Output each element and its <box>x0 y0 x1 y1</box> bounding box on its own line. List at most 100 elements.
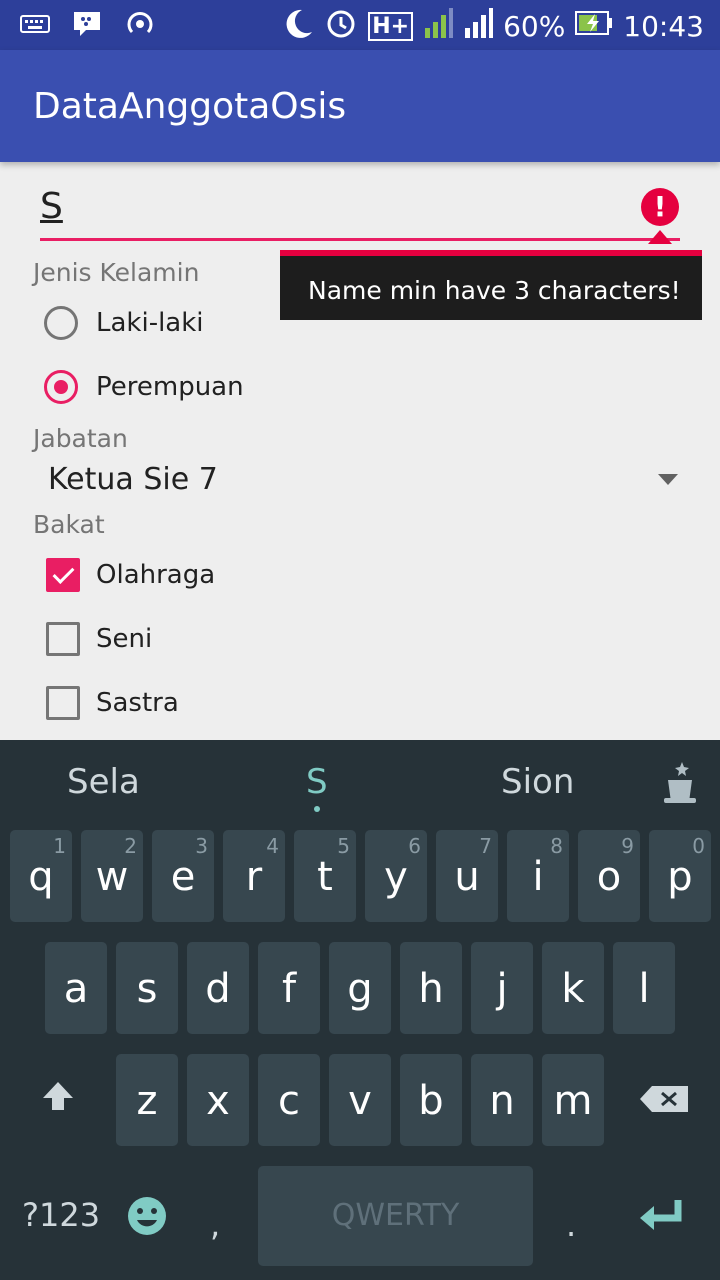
checkbox-seni[interactable] <box>46 622 80 656</box>
app-bar: DataAnggotaOsis <box>0 50 720 162</box>
key-s[interactable]: s <box>116 942 178 1034</box>
key-label: c <box>278 1078 300 1124</box>
key-label: x <box>206 1078 230 1124</box>
name-input[interactable]: S <box>40 186 680 241</box>
key-k[interactable]: k <box>542 942 604 1034</box>
radio-laki-laki-label[interactable]: Laki-laki <box>96 308 204 338</box>
key-label: q <box>28 854 54 900</box>
key-c[interactable]: c <box>258 1054 320 1146</box>
key-label: d <box>205 966 231 1012</box>
emoji-icon[interactable] <box>126 1195 168 1241</box>
key-i[interactable]: i8 <box>507 830 569 922</box>
dropdown-arrow-icon[interactable] <box>658 474 678 485</box>
period-key[interactable]: . <box>566 1206 576 1244</box>
key-y[interactable]: y6 <box>365 830 427 922</box>
bbm-icon <box>72 10 102 42</box>
enter-icon[interactable] <box>636 1196 686 1240</box>
backspace-key[interactable] <box>628 1054 700 1146</box>
suggestion-middle[interactable]: S <box>306 762 328 802</box>
key-hint: 7 <box>479 834 492 858</box>
key-label: m <box>553 1078 593 1124</box>
key-hint: 9 <box>621 834 634 858</box>
key-n[interactable]: n <box>471 1054 533 1146</box>
key-hint: 5 <box>337 834 350 858</box>
key-e[interactable]: e3 <box>152 830 214 922</box>
spacebar-label: QWERTY <box>331 1198 460 1233</box>
keyboard-notification-icon <box>20 14 50 38</box>
key-label: p <box>667 854 693 900</box>
key-v[interactable]: v <box>329 1054 391 1146</box>
key-u[interactable]: u7 <box>436 830 498 922</box>
key-a[interactable]: a <box>45 942 107 1034</box>
key-label: w <box>95 854 129 900</box>
key-hint: 2 <box>124 834 137 858</box>
signal-sim1-icon <box>423 6 454 47</box>
checkbox-olahraga-label[interactable]: Olahraga <box>96 560 215 590</box>
suggestion-dot <box>314 806 320 812</box>
key-label: y <box>384 854 408 900</box>
key-o[interactable]: o9 <box>578 830 640 922</box>
key-l[interactable]: l <box>613 942 675 1034</box>
checkbox-olahraga[interactable] <box>46 558 80 592</box>
checkbox-sastra[interactable] <box>46 686 80 720</box>
spacebar[interactable]: QWERTY <box>258 1166 533 1266</box>
error-tooltip: Name min have 3 characters! <box>280 250 702 320</box>
name-input-value: S <box>40 186 63 227</box>
key-f[interactable]: f <box>258 942 320 1034</box>
shift-icon <box>43 1082 73 1110</box>
suggestion-right[interactable]: Sion <box>501 762 574 802</box>
key-g[interactable]: g <box>329 942 391 1034</box>
checkbox-seni-label[interactable]: Seni <box>96 624 152 654</box>
clock: 10:43 <box>623 10 704 43</box>
key-hint: 1 <box>53 834 66 858</box>
key-hint: 3 <box>195 834 208 858</box>
key-hint: 4 <box>266 834 279 858</box>
key-p[interactable]: p0 <box>649 830 711 922</box>
talent-label: Bakat <box>33 510 105 539</box>
checkbox-sastra-label[interactable]: Sastra <box>96 688 179 718</box>
key-hint: 6 <box>408 834 421 858</box>
key-q[interactable]: q1 <box>10 830 72 922</box>
symbols-key[interactable]: ?123 <box>22 1196 100 1234</box>
suggestion-left[interactable]: Sela <box>67 762 140 802</box>
radio-perempuan[interactable] <box>44 370 78 404</box>
key-label: r <box>245 854 263 900</box>
radio-perempuan-label[interactable]: Perempuan <box>96 372 244 402</box>
key-d[interactable]: d <box>187 942 249 1034</box>
error-icon[interactable]: ! <box>641 188 679 226</box>
backspace-icon <box>640 1086 688 1112</box>
magic-hat-icon[interactable] <box>660 758 700 812</box>
key-hint: 8 <box>550 834 563 858</box>
key-h[interactable]: h <box>400 942 462 1034</box>
key-label: f <box>281 966 297 1012</box>
key-label: z <box>136 1078 158 1124</box>
app-title: DataAnggotaOsis <box>33 86 347 127</box>
key-label: j <box>496 966 508 1012</box>
key-label: o <box>596 854 622 900</box>
comma-key[interactable]: , <box>210 1206 220 1244</box>
tooltip-arrow <box>648 230 672 244</box>
position-label: Jabatan <box>33 424 128 453</box>
key-z[interactable]: z <box>116 1054 178 1146</box>
battery-charging-icon <box>575 10 613 43</box>
key-label: v <box>348 1078 372 1124</box>
key-m[interactable]: m <box>542 1054 604 1146</box>
position-spinner[interactable]: Ketua Sie 7 <box>48 462 218 497</box>
key-label: e <box>170 854 196 900</box>
alarm-icon <box>324 6 358 47</box>
key-hint: 0 <box>692 834 705 858</box>
key-r[interactable]: r4 <box>223 830 285 922</box>
key-x[interactable]: x <box>187 1054 249 1146</box>
battery-percent: 60% <box>503 10 566 43</box>
key-j[interactable]: j <box>471 942 533 1034</box>
key-label: g <box>347 966 373 1012</box>
key-label: i <box>532 854 544 900</box>
key-label: a <box>63 966 89 1012</box>
key-w[interactable]: w2 <box>81 830 143 922</box>
key-label: s <box>136 966 158 1012</box>
key-b[interactable]: b <box>400 1054 462 1146</box>
radio-laki-laki[interactable] <box>44 306 78 340</box>
key-t[interactable]: t5 <box>294 830 356 922</box>
key-label: h <box>418 966 444 1012</box>
shift-key[interactable] <box>22 1054 94 1146</box>
